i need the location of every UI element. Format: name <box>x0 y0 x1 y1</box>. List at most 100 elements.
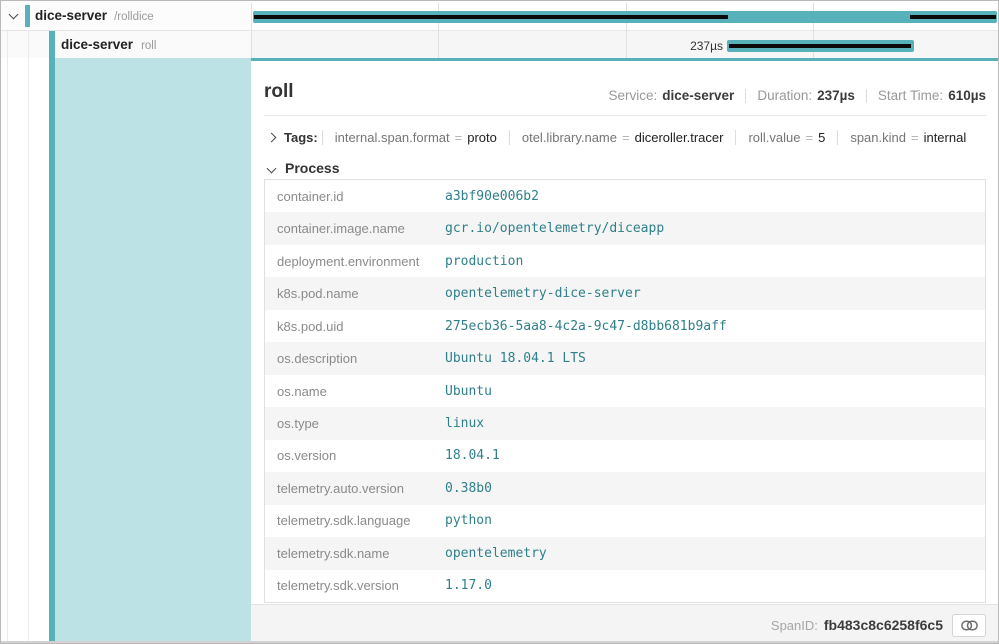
tag-item: internal.span.format = proto <box>322 130 509 145</box>
kv-value: linux <box>445 416 484 431</box>
selected-span-fill <box>55 58 251 641</box>
tag-key: roll.value <box>748 130 800 145</box>
service-name: dice-server <box>35 8 107 23</box>
tag-value: proto <box>467 130 497 145</box>
meta-starttime-label: Start Time: <box>878 88 943 103</box>
tag-equals: = <box>622 130 630 145</box>
deep-link-button[interactable] <box>952 614 986 637</box>
operation-name: /rolldice <box>114 11 154 23</box>
meta-service-value: dice-server <box>662 88 734 103</box>
table-row: os.description Ubuntu 18.04.1 LTS <box>265 342 985 374</box>
title-divider <box>264 115 986 116</box>
chevron-right-icon <box>267 133 277 143</box>
kv-value: gcr.io/opentelemetry/diceapp <box>445 221 664 236</box>
tag-key: span.kind <box>850 130 906 145</box>
kv-value: 0.38b0 <box>445 481 492 496</box>
indent-guide <box>7 31 8 641</box>
tag-equals: = <box>806 130 814 145</box>
meta-duration-value: 237µs <box>817 88 855 103</box>
tag-item: span.kind = internal <box>837 130 978 145</box>
table-row: k8s.pod.name opentelemetry-dice-server <box>265 277 985 309</box>
meta-separator <box>866 89 867 103</box>
kv-key: telemetry.auto.version <box>265 481 445 496</box>
kv-value: a3bf90e006b2 <box>445 189 539 204</box>
span-detail-title: roll <box>264 81 294 103</box>
meta-service-label: Service: <box>608 88 657 103</box>
critical-path-overlay <box>910 15 996 19</box>
kv-key: os.type <box>265 416 445 431</box>
tags-header: Tags: <box>284 130 318 145</box>
kv-key: os.name <box>265 384 445 399</box>
span-bar-roll[interactable] <box>727 40 914 52</box>
span-duration-label: 237µs <box>591 39 723 53</box>
table-row: os.type linux <box>265 407 985 439</box>
collapse-chevron-icon[interactable] <box>9 10 19 20</box>
kv-key: k8s.pod.name <box>265 286 445 301</box>
span-service-name: dice-server roll <box>61 31 156 60</box>
process-kv-table: container.id a3bf90e006b2 container.imag… <box>264 179 986 603</box>
kv-value: 18.04.1 <box>445 448 500 463</box>
operation-name: roll <box>141 40 156 52</box>
process-header-label: Process <box>285 160 339 176</box>
table-row: telemetry.sdk.name opentelemetry <box>265 537 985 569</box>
chevron-down-icon <box>267 163 277 173</box>
tag-item: roll.value = 5 <box>735 130 837 145</box>
critical-path-overlay <box>254 15 728 19</box>
kv-value: 1.17.0 <box>445 578 492 593</box>
kv-value: Ubuntu <box>445 384 492 399</box>
kv-value: 275ecb36-5aa8-4c2a-9c47-d8bb681b9aff <box>445 319 727 334</box>
tag-key: otel.library.name <box>522 130 617 145</box>
span-bar-rolldice[interactable] <box>253 11 997 23</box>
kv-value: Ubuntu 18.04.1 LTS <box>445 351 586 366</box>
tag-key: internal.span.format <box>335 130 450 145</box>
span-detail-meta: Service: dice-server Duration: 237µs Sta… <box>608 88 986 103</box>
process-section-toggle[interactable]: Process <box>264 157 339 179</box>
span-detail-footer: SpanID: fb483c8c6258f6c5 <box>251 604 999 644</box>
indent-guide <box>28 31 29 641</box>
timeline-gridline <box>251 3 252 58</box>
table-row: deployment.environment production <box>265 245 985 277</box>
kv-key: os.version <box>265 448 445 463</box>
kv-value: opentelemetry-dice-server <box>445 286 641 301</box>
tag-value: 5 <box>818 130 825 145</box>
tag-equals: = <box>911 130 919 145</box>
table-row: telemetry.sdk.version 1.17.0 <box>265 570 985 602</box>
tag-value: diceroller.tracer <box>635 130 724 145</box>
tag-equals: = <box>455 130 463 145</box>
span-row-rolldice[interactable]: dice-server/rolldice <box>1 1 251 31</box>
span-detail-panel: roll Service: dice-server Duration: 237µ… <box>251 58 999 644</box>
tag-item: otel.library.name = diceroller.tracer <box>509 130 736 145</box>
kv-key: deployment.environment <box>265 254 445 269</box>
kv-key: telemetry.sdk.name <box>265 546 445 561</box>
spanid-value: fb483c8c6258f6c5 <box>824 617 943 633</box>
table-row: container.id a3bf90e006b2 <box>265 180 985 212</box>
jaeger-trace-view: dice-server/rolldice dice-server roll 237… <box>0 0 999 644</box>
kv-key: container.id <box>265 189 445 204</box>
table-row: k8s.pod.uid 275ecb36-5aa8-4c2a-9c47-d8bb… <box>265 310 985 342</box>
table-row: telemetry.sdk.language python <box>265 505 985 537</box>
kv-value: production <box>445 254 523 269</box>
table-row: os.name Ubuntu <box>265 375 985 407</box>
kv-key: os.description <box>265 351 445 366</box>
kv-key: telemetry.sdk.language <box>265 513 445 528</box>
tag-value: internal <box>924 130 967 145</box>
kv-value: python <box>445 513 492 528</box>
link-icon <box>961 620 978 631</box>
table-row: container.image.name gcr.io/opentelemetr… <box>265 212 985 244</box>
critical-path-overlay <box>729 44 911 48</box>
kv-key: telemetry.sdk.version <box>265 578 445 593</box>
tags-section-toggle[interactable]: Tags: internal.span.format = proto otel.… <box>264 124 986 151</box>
kv-key: container.image.name <box>265 221 445 236</box>
table-row: os.version 18.04.1 <box>265 440 985 472</box>
service-name: dice-server <box>61 37 133 52</box>
kv-value: opentelemetry <box>445 546 547 561</box>
span-color-bar <box>25 5 30 27</box>
spanid-label: SpanID: <box>771 618 818 633</box>
meta-duration-label: Duration: <box>757 88 812 103</box>
table-row: telemetry.auto.version 0.38b0 <box>265 472 985 504</box>
span-service-name: dice-server/rolldice <box>35 1 154 32</box>
kv-key: k8s.pod.uid <box>265 319 445 334</box>
span-row-roll[interactable]: dice-server roll <box>1 31 251 58</box>
meta-starttime-value: 610µs <box>948 88 986 103</box>
meta-separator <box>745 89 746 103</box>
